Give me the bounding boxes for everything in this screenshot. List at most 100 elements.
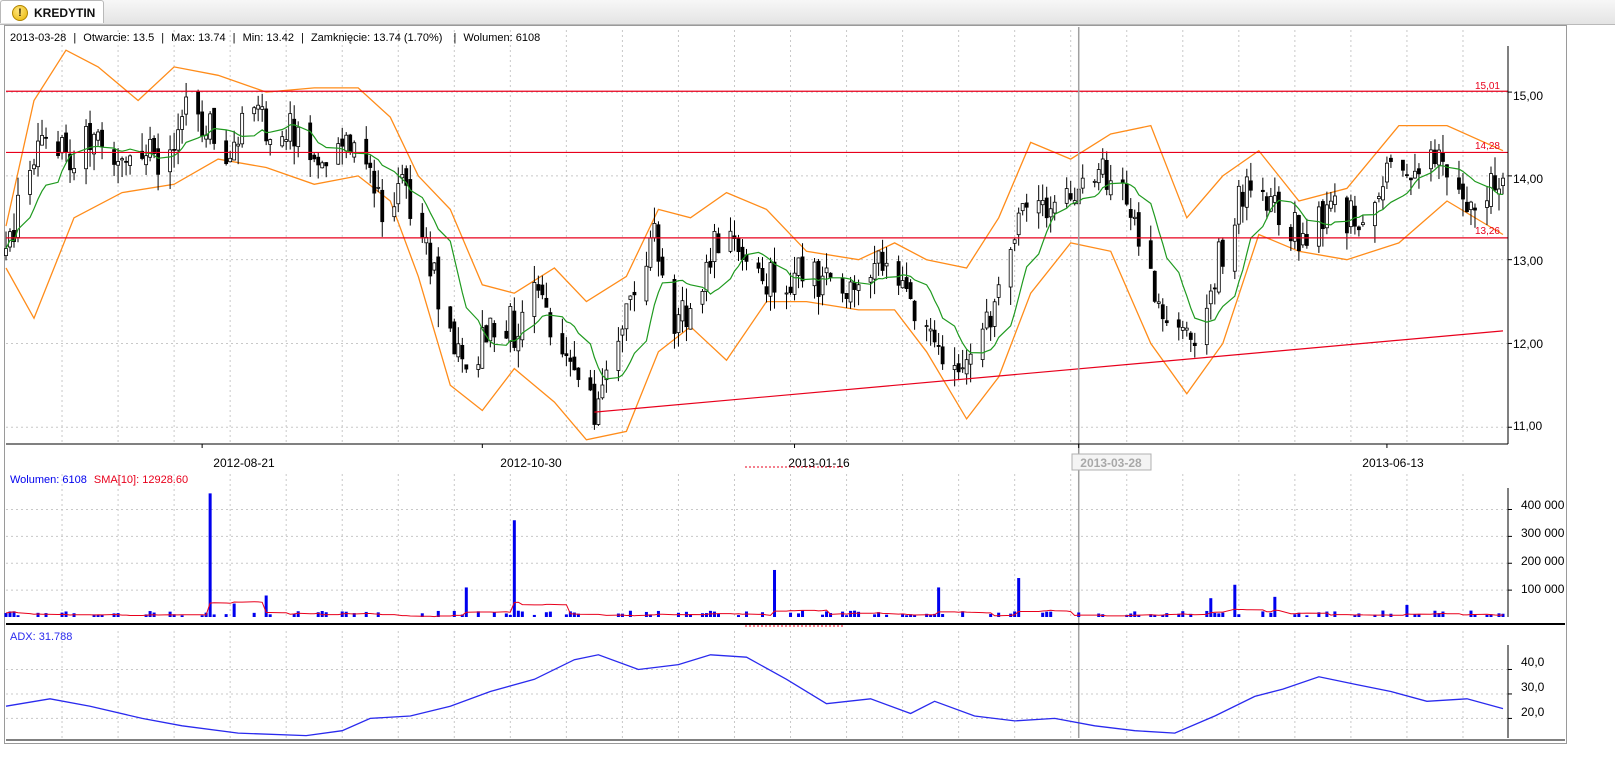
volume-bar: [905, 615, 909, 617]
candle-body: [1381, 186, 1385, 201]
candle-body: [544, 297, 549, 308]
candle-body: [96, 131, 100, 141]
volume-bar: [1221, 612, 1225, 617]
candle-body: [812, 261, 817, 287]
candle-body: [1320, 201, 1325, 230]
y-tick-label: 200 000: [1521, 554, 1565, 568]
candle-body: [1012, 239, 1017, 244]
volume-bar: [941, 614, 945, 617]
candle-body: [1064, 188, 1069, 204]
candle-body: [936, 345, 941, 347]
candle-body: [672, 279, 677, 334]
candle-body: [280, 136, 285, 147]
volume-bar: [885, 614, 889, 617]
candle-body: [456, 343, 461, 358]
grid: [6, 30, 1508, 738]
candle-body: [1264, 196, 1269, 211]
volume-bar: [572, 612, 576, 617]
candle-body: [828, 272, 833, 278]
candle-body: [1204, 307, 1209, 346]
candle-body: [628, 295, 633, 300]
volume-bar: [208, 493, 212, 617]
candle-body: [844, 293, 849, 299]
candle-body: [588, 377, 593, 391]
candle-body: [660, 256, 665, 276]
candle-body: [900, 280, 905, 289]
candle-body: [792, 272, 797, 295]
candle-body: [1068, 193, 1073, 200]
trend-line: [594, 330, 1504, 413]
candle-body: [60, 137, 64, 154]
volume-bar: [224, 614, 228, 617]
candle-body: [184, 96, 189, 115]
candle-body: [208, 113, 213, 140]
candle-body: [464, 364, 469, 370]
level-label: 13,26: [1475, 226, 1500, 237]
candle-body: [100, 129, 104, 147]
candle-body: [688, 308, 693, 330]
candle-body: [952, 365, 957, 371]
candle-body: [796, 257, 801, 276]
candle-body: [1184, 327, 1189, 331]
candle-body: [32, 164, 36, 170]
y-tick-label: 13,00: [1513, 254, 1543, 268]
candle-body: [452, 321, 457, 355]
info-sep: |: [161, 32, 164, 44]
candle-body: [1361, 222, 1365, 226]
candle-body: [704, 261, 709, 292]
candle-body: [548, 312, 553, 338]
volume-bar: [492, 612, 496, 617]
candle-body: [1128, 209, 1133, 218]
volume-bar: [773, 569, 777, 617]
volume-bar: [997, 612, 1001, 617]
candle-body: [1048, 208, 1053, 218]
candle-body: [492, 323, 497, 338]
candle-body: [632, 291, 637, 296]
y-tick-label: 30,0: [1521, 680, 1545, 694]
candle-body: [980, 328, 985, 360]
candle-body: [168, 149, 173, 173]
candle-body: [992, 301, 997, 327]
candle-body: [88, 123, 92, 151]
candle-body: [228, 157, 233, 163]
candle-body: [476, 364, 481, 370]
candle-body: [284, 139, 289, 142]
candle-body: [564, 353, 569, 357]
volume-bar: [296, 611, 300, 617]
volume-bar: [1405, 604, 1409, 617]
info-sep: |: [453, 32, 456, 44]
candle-body: [1132, 216, 1137, 219]
volume-bar: [644, 611, 648, 617]
x-tick-label: 2012-08-21: [213, 456, 275, 470]
candle-body: [904, 277, 909, 289]
y-tick-label: 12,00: [1513, 337, 1543, 351]
info-bar: 2013-03-28 | Otwarcie: 13.5 | Max: 13.74…: [10, 32, 540, 44]
volume-bar: [16, 615, 20, 617]
candle-body: [576, 367, 581, 380]
candle-body: [508, 306, 513, 343]
candle-body: [40, 135, 44, 146]
stock-chart[interactable]: 2013-03-28 | Otwarcie: 13.5 | Max: 13.74…: [0, 0, 1615, 768]
candle-body: [1192, 342, 1197, 346]
candle-body: [376, 186, 381, 189]
volume-bar: [1045, 611, 1049, 617]
volume-bar: [1217, 613, 1221, 617]
volume-bar: [821, 614, 825, 617]
candle-body: [1008, 249, 1013, 288]
volume-bar: [364, 611, 368, 617]
info-close: Zamknięcie: 13.74 (1.70%): [311, 32, 442, 44]
volume-bar: [1233, 584, 1237, 617]
volume-bar: [232, 603, 236, 617]
volume-bar: [36, 612, 40, 617]
candle-body: [1288, 226, 1293, 242]
volume-bar: [520, 611, 524, 617]
candle-body: [784, 292, 789, 295]
volume-bar: [1417, 614, 1421, 617]
volume-bar: [704, 613, 708, 617]
candle-body: [400, 174, 405, 179]
volume-bar: [797, 613, 801, 617]
x-tick-label: 2012-10-30: [500, 456, 562, 470]
candle-body: [432, 262, 437, 271]
candle-body: [1276, 191, 1281, 226]
candle-body: [1457, 177, 1461, 190]
